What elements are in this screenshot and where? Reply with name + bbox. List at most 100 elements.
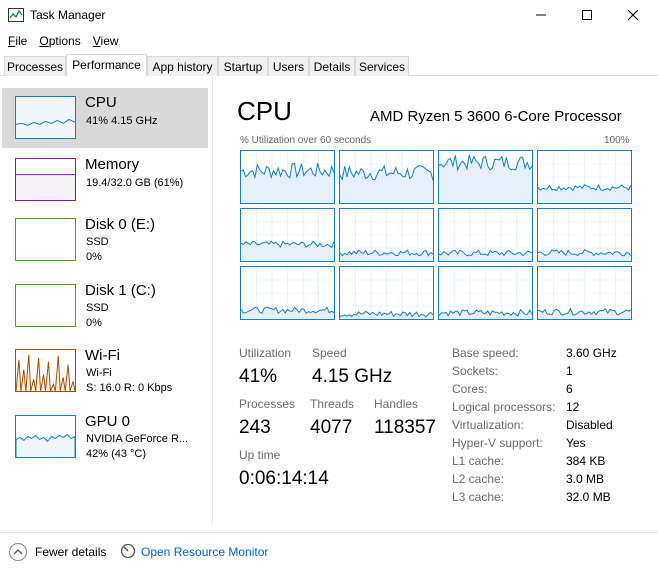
prop-label: L1 cache: [452,454,505,468]
threads-value: 4077 [310,417,353,438]
utilization-value: 41% [239,366,278,387]
tab-performance[interactable]: Performance [66,54,147,77]
disk1-thumbnail-graph [15,284,76,327]
sidebar-item-disk0[interactable]: Disk 0 (E:) SSD 0% [2,210,208,270]
processes-label: Processes [239,397,296,411]
core-graph-0 [240,150,335,204]
prop-label: Hyper-V support: [452,436,543,450]
sidebar-item-name: Memory [85,156,140,173]
prop-label: Virtualization: [452,418,524,432]
page-title: CPU [237,96,292,126]
sidebar-item-gpu0[interactable]: GPU 0 NVIDIA GeForce R... 42% (43 °C) [2,407,208,467]
sidebar-item-detail: NVIDIA GeForce R... [86,433,189,445]
prop-value: Yes [566,436,586,450]
close-button[interactable] [610,0,656,30]
prop-value: Disabled [566,418,613,432]
core-graph-5 [339,208,434,262]
handles-label: Handles [374,397,419,411]
sidebar-item-detail: 19.4/32.0 GB (61%) [86,177,184,189]
tab-processes[interactable]: Processes [4,56,66,76]
core-graph-area [241,241,334,261]
speed-value: 4.15 GHz [312,366,393,387]
open-resource-monitor-link[interactable]: Open Resource Monitor [141,545,268,559]
prop-value: 12 [566,400,580,414]
core-graph-3 [537,150,632,204]
maximize-icon [582,10,592,20]
minimize-button[interactable] [518,0,564,30]
window-title: Task Manager [30,8,106,22]
gpu-thumbnail-graph [15,415,76,458]
prop-label: L2 cache: [452,472,505,486]
tab-services[interactable]: Services [355,56,409,76]
sidebar-item-detail: 41% 4.15 GHz [86,115,158,127]
prop-value: 1 [566,364,573,378]
tab-users[interactable]: Users [268,56,309,76]
menu-bar: File Options View [0,30,123,52]
core-graph-10 [438,266,533,320]
graph-caption: % Utilization over 60 seconds [240,135,372,146]
pane-divider [212,76,213,524]
cpu-thumbnail-graph [15,96,76,139]
footer-bar: Fewer details Open Resource Monitor [0,532,658,576]
sidebar-item-detail: SSD [86,236,109,248]
tab-startup[interactable]: Startup [218,56,268,76]
minimize-icon [536,14,546,16]
sidebar-item-name: GPU 0 [85,413,131,430]
processor-model: AMD Ryzen 5 3600 6-Core Processor [370,108,622,125]
fewer-details-button[interactable]: Fewer details [35,545,106,559]
sidebar-item-detail-2: 0% [86,317,102,329]
sidebar-item-name: Wi-Fi [85,347,120,364]
graph-max-label: 100% [604,135,630,146]
menu-view[interactable]: View [85,30,123,52]
sidebar-item-cpu[interactable]: CPU 41% 4.15 GHz [2,88,208,148]
core-graph-7 [537,208,632,262]
sidebar-item-detail-2: 0% [86,251,102,263]
sidebar-item-detail-2: S: 16.0 R: 0 Kbps [86,382,173,394]
core-graph-area [538,184,631,203]
prop-value: 3.0 MB [566,472,605,486]
disk0-thumbnail-graph [15,218,76,261]
title-bar: Task Manager [0,0,658,30]
core-graph-6 [438,208,533,262]
prop-value: 32.0 MB [566,490,611,504]
chevron-up-icon[interactable] [9,543,27,561]
close-icon [628,10,638,20]
core-graph-11 [537,266,632,320]
prop-value: 3.60 GHz [566,346,617,360]
speed-label: Speed [312,346,347,360]
memory-thumbnail-graph [15,158,76,201]
processes-value: 243 [239,417,271,438]
prop-label: Sockets: [452,364,499,378]
wifi-thumb-line [16,354,75,391]
sidebar-item-name: Disk 1 (C:) [85,282,156,299]
gpu-thumb-line [16,433,75,457]
menu-options[interactable]: Options [31,30,84,52]
sidebar-item-name: CPU [85,94,117,111]
task-manager-icon [8,8,24,22]
core-graph-4 [240,208,335,262]
core-graph-9 [339,266,434,320]
prop-value: 6 [566,382,573,396]
wifi-thumbnail-graph [15,349,76,392]
sidebar-item-memory[interactable]: Memory 19.4/32.0 GB (61%) [2,150,208,210]
sidebar-item-detail: SSD [86,302,109,314]
tab-details[interactable]: Details [309,56,355,76]
prop-label: L3 cache: [452,490,505,504]
utilization-label: Utilization [239,346,292,360]
resource-monitor-icon[interactable] [120,543,136,559]
tab-app-history[interactable]: App history [147,56,218,76]
uptime-value: 0:06:14:14 [239,468,329,489]
sidebar-item-detail: Wi-Fi [86,367,112,379]
sidebar-item-disk1[interactable]: Disk 1 (C:) SSD 0% [2,276,208,336]
sidebar-item-wifi[interactable]: Wi-Fi Wi-Fi S: 16.0 R: 0 Kbps [2,341,208,401]
prop-label: Cores: [452,382,488,396]
core-graph-8 [240,266,335,320]
menu-file[interactable]: File [0,30,31,52]
uptime-label: Up time [239,448,281,462]
prop-label: Logical processors: [452,400,556,414]
maximize-button[interactable] [564,0,610,30]
prop-value: 384 KB [566,454,606,468]
memory-thumb-fill [16,174,75,200]
prop-label: Base speed: [452,346,519,360]
tab-bar: Processes Performance App history Startu… [0,54,658,77]
